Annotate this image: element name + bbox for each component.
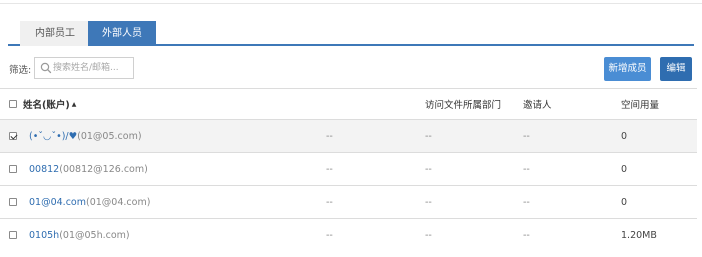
- member-name-cell: 0105h (01@05h.com): [29, 219, 130, 251]
- row-checkbox[interactable]: [9, 165, 17, 173]
- member-space: 1.20MB: [621, 229, 657, 241]
- member-col2: --: [326, 130, 333, 142]
- member-tabs: 内部员工 外部人员: [8, 21, 694, 46]
- table-row[interactable]: 0105h (01@05h.com) -- -- -- 1.20MB: [0, 219, 697, 251]
- member-dept: --: [425, 196, 432, 208]
- column-header-dept: 访问文件所属部门: [425, 100, 502, 111]
- top-divider: [0, 3, 702, 4]
- row-checkbox[interactable]: [9, 132, 17, 140]
- tab-external-members[interactable]: 外部人员: [88, 21, 156, 46]
- member-col2: --: [326, 196, 333, 208]
- member-account: (01@05.com): [77, 130, 142, 142]
- member-account: (00812@126.com): [59, 163, 148, 175]
- table-row[interactable]: 00812 (00812@126.com) -- -- -- 0: [0, 153, 697, 185]
- member-dept: --: [425, 163, 432, 175]
- search-input[interactable]: [53, 60, 131, 76]
- edit-button[interactable]: 编辑: [660, 57, 692, 81]
- select-all-checkbox[interactable]: [9, 100, 17, 108]
- member-col2: --: [326, 229, 333, 241]
- search-icon: [40, 62, 52, 74]
- member-inviter: --: [523, 229, 530, 241]
- member-col2: --: [326, 163, 333, 175]
- member-name-cell: 00812 (00812@126.com): [29, 153, 148, 185]
- filter-label: 筛选:: [9, 65, 32, 76]
- member-dept: --: [425, 229, 432, 241]
- add-member-button[interactable]: 新增成员: [604, 57, 651, 81]
- member-inviter: --: [523, 163, 530, 175]
- tab-internal-staff[interactable]: 内部员工: [20, 21, 90, 46]
- member-name-link[interactable]: 00812: [29, 164, 59, 175]
- member-name-link[interactable]: 01@04.com: [29, 197, 86, 208]
- member-name-link[interactable]: (•ˇ◡ˇ•)/♥: [29, 131, 77, 142]
- column-header-inviter: 邀请人: [523, 100, 552, 111]
- row-checkbox[interactable]: [9, 231, 17, 239]
- member-inviter: --: [523, 130, 530, 142]
- member-space: 0: [621, 130, 628, 142]
- row-checkbox[interactable]: [9, 198, 17, 206]
- member-dept: --: [425, 130, 432, 142]
- search-box[interactable]: [34, 57, 134, 79]
- member-space: 0: [621, 163, 628, 175]
- member-management-page: 内部员工 外部人员 筛选: 新增成员 编辑 姓名(账户) ▲ 访问文件所属部门 …: [0, 0, 702, 257]
- table-row[interactable]: 01@04.com (01@04.com) -- -- -- 0: [0, 186, 697, 218]
- column-header-space: 空间用量: [621, 100, 660, 111]
- member-name-cell: (•ˇ◡ˇ•)/♥ (01@05.com): [29, 120, 142, 152]
- sort-ascending-icon: ▲: [71, 100, 77, 108]
- table-header-row: 姓名(账户) ▲ 访问文件所属部门 邀请人 空间用量: [0, 89, 697, 119]
- table-row[interactable]: (•ˇ◡ˇ•)/♥ (01@05.com) -- -- -- 0: [0, 120, 697, 152]
- member-name-cell: 01@04.com (01@04.com): [29, 186, 150, 218]
- member-space: 0: [621, 196, 628, 208]
- column-header-name-label: 姓名(账户): [23, 100, 70, 111]
- member-name-link[interactable]: 0105h: [29, 230, 59, 241]
- column-header-name[interactable]: 姓名(账户) ▲: [23, 89, 76, 119]
- member-inviter: --: [523, 196, 530, 208]
- member-account: (01@05h.com): [59, 229, 130, 241]
- member-account: (01@04.com): [86, 196, 151, 208]
